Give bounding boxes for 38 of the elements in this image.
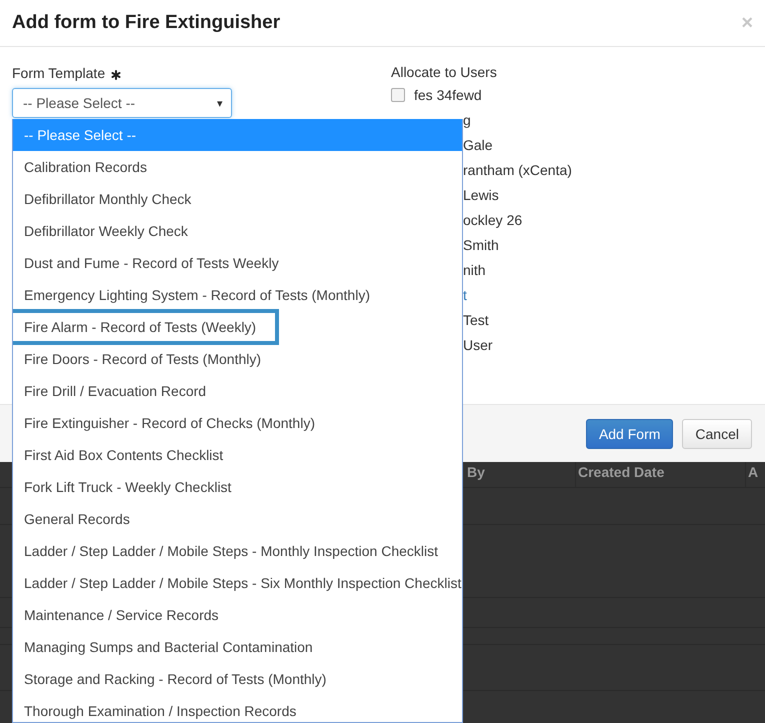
dropdown-option[interactable]: Maintenance / Service Records [13,599,462,631]
user-name: Smith [462,236,499,252]
dropdown-option[interactable]: Managing Sumps and Bacterial Contamination [13,631,462,663]
template-select[interactable]: -- Please Select -- ▾ [12,88,232,118]
column-header: Created Date [575,462,745,487]
user-name: Lewis [462,186,499,202]
dropdown-option[interactable]: Dust and Fume - Record of Tests Weekly [13,247,462,279]
dropdown-option[interactable]: General Records [13,503,462,535]
add-form-button[interactable]: Add Form [586,418,674,448]
dropdown-option[interactable]: Defibrillator Monthly Check [13,183,462,215]
dropdown-option[interactable]: Calibration Records [13,151,462,183]
dialog-title: Add form to Fire Extinguisher [12,12,280,34]
dropdown-option[interactable]: Fire Alarm - Record of Tests (Weekly) [13,311,277,343]
dropdown-option[interactable]: Thorough Examination / Inspection Records [13,695,462,722]
dropdown-option[interactable]: Emergency Lighting System - Record of Tests (Monthly) [13,279,462,311]
user-name: fes 34fewd [414,86,482,102]
user-name: Test [462,312,489,328]
user-name: ockley 26 [462,212,522,228]
dropdown-option[interactable]: First Aid Box Contents Checklist [13,439,462,471]
dropdown-option[interactable]: Defibrillator Weekly Check [13,215,462,247]
column-header: A [745,462,765,487]
dropdown-option[interactable]: Fire Doors - Record of Tests (Monthly) [13,343,462,375]
user-name: rantham (xCenta) [462,162,572,178]
dropdown-option[interactable]: Storage and Racking - Record of Tests (Monthly) [13,663,462,695]
cancel-button[interactable]: Cancel [682,418,752,448]
user-name: nith [462,262,486,278]
dropdown-option[interactable]: Fire Drill / Evacuation Record [13,375,462,407]
user-checkbox[interactable] [391,88,405,102]
user-name: Gale [462,136,493,152]
user-name: g [462,112,471,128]
users-label: Allocate to Users [391,64,498,82]
dropdown-option[interactable]: Ladder / Step Ladder / Mobile Steps - Monthly Inspection Checklist [13,535,462,567]
user-name: User [462,336,493,352]
user-name: t [462,286,467,302]
dropdown-option[interactable]: Fire Extinguisher - Record of Checks (Monthly) [13,407,462,439]
dropdown-option[interactable]: Ladder / Step Ladder / Mobile Steps - Six Monthly Inspection Checklist [13,567,462,599]
field-label: Form Template [12,65,106,81]
dropdown-option[interactable]: Fork Lift Truck - Weekly Checklist [13,471,462,503]
